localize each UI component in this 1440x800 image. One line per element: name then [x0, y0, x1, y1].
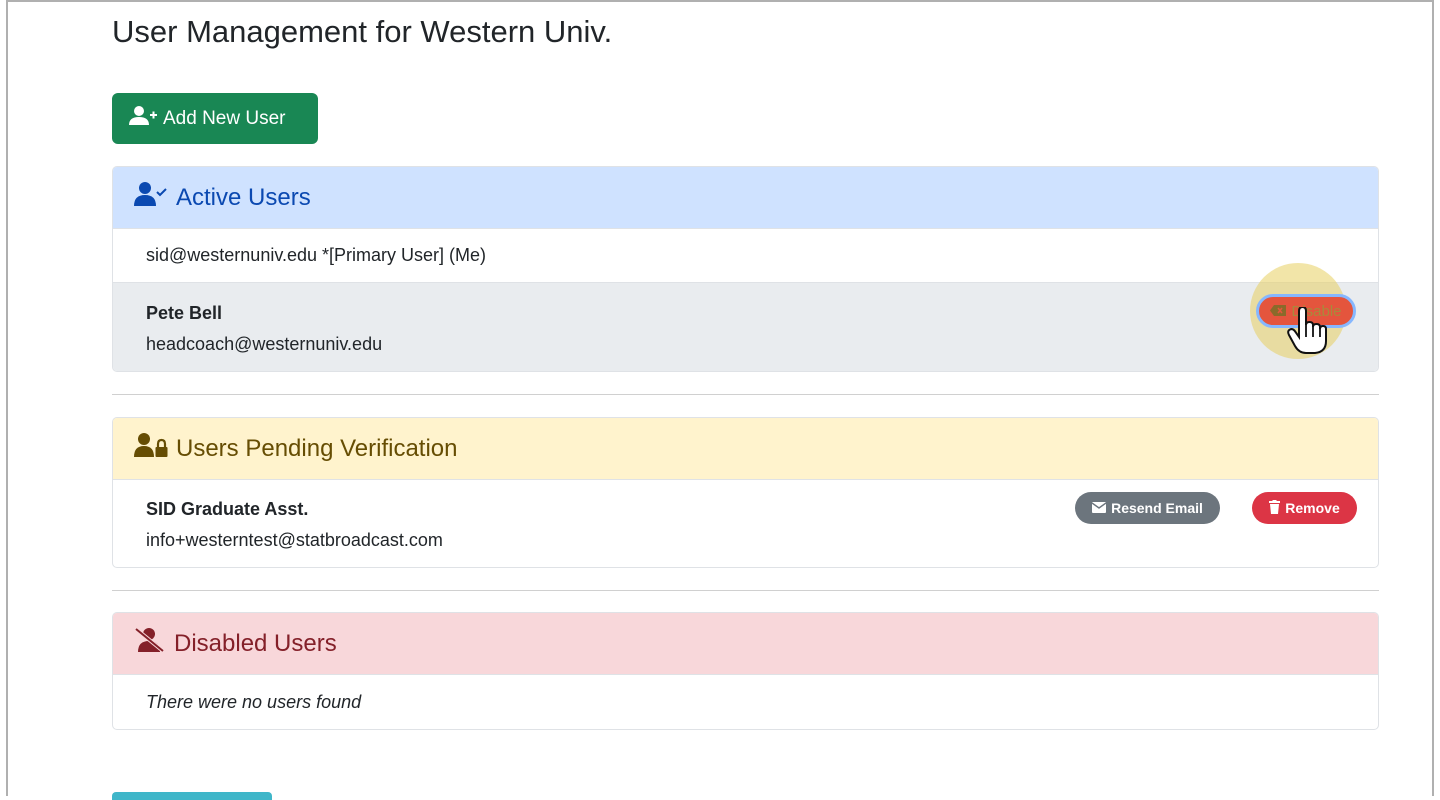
add-new-user-button[interactable]: Add New User	[112, 93, 318, 144]
active-users-card: Active Users sid@westernuniv.edu *[Prima…	[112, 166, 1379, 372]
add-new-user-label: Add New User	[163, 107, 286, 129]
disabled-users-title: Disabled Users	[174, 629, 337, 657]
user-email: info+westerntest@statbroadcast.com	[146, 530, 443, 550]
user-slash-icon	[134, 627, 174, 660]
disabled-users-card: Disabled Users There were no users found	[112, 612, 1379, 730]
empty-state-row: There were no users found	[113, 675, 1378, 729]
hand-pointer-icon	[1287, 305, 1327, 360]
list-item-primary-user: sid@westernuniv.edu *[Primary User] (Me)	[113, 229, 1378, 283]
user-email: headcoach@westernuniv.edu	[146, 334, 383, 354]
disabled-users-header: Disabled Users	[113, 613, 1378, 675]
list-item-pending-user: SID Graduate Asst. info+westerntest@stat…	[113, 480, 1378, 567]
page-title: User Management for Western Univ.	[112, 14, 613, 49]
user-name: SID Graduate Asst.	[146, 499, 309, 519]
user-lock-icon	[134, 432, 176, 465]
envelope-icon	[1091, 500, 1111, 516]
resend-email-label: Resend Email	[1111, 500, 1203, 516]
remove-button[interactable]: Remove	[1252, 492, 1357, 524]
active-users-title: Active Users	[176, 183, 311, 211]
section-divider	[112, 590, 1379, 591]
remove-label: Remove	[1285, 500, 1340, 516]
primary-user-text: sid@westernuniv.edu *[Primary User] (Me)	[146, 245, 487, 265]
pending-users-title: Users Pending Verification	[176, 434, 458, 462]
trash-icon	[1269, 499, 1285, 517]
section-divider	[112, 394, 1379, 395]
user-check-icon	[134, 181, 176, 214]
pending-users-header: Users Pending Verification	[113, 418, 1378, 480]
list-item-user: Pete Bell headcoach@westernuniv.edu Disa…	[113, 263, 1378, 371]
active-users-header: Active Users	[113, 167, 1378, 229]
resend-email-button[interactable]: Resend Email	[1075, 492, 1220, 524]
empty-state-text: There were no users found	[146, 692, 362, 712]
pending-users-card: Users Pending Verification SID Graduate …	[112, 417, 1379, 568]
user-name: Pete Bell	[146, 303, 223, 323]
partially-visible-button[interactable]	[112, 792, 272, 800]
user-plus-icon	[129, 105, 163, 133]
